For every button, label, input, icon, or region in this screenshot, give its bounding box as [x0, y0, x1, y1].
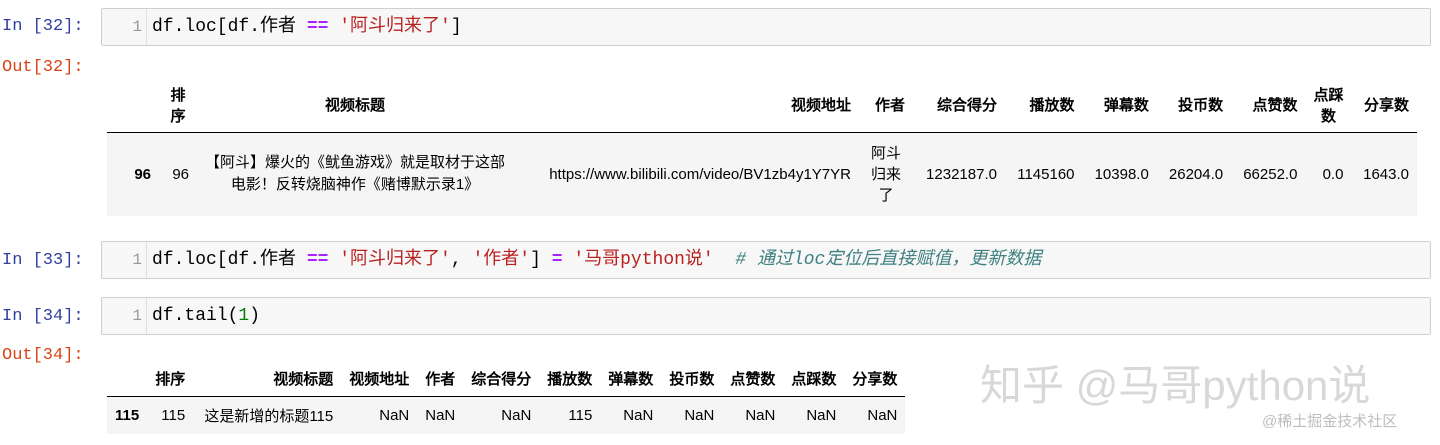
table-cell-title: 这是新增的标题115 — [204, 407, 334, 425]
column-header: 排序 — [155, 371, 186, 389]
table-cell: NaN — [684, 406, 715, 424]
gutter-divider — [146, 242, 147, 278]
input-prompt-34: In [34]: — [2, 307, 84, 326]
column-header: 点赞数 — [730, 371, 776, 389]
code-token: 1 — [238, 306, 250, 326]
input-prompt-33: In [33]: — [2, 251, 84, 270]
gutter-divider — [146, 9, 147, 45]
column-header: 排序 — [170, 86, 186, 125]
table-cell-author: 阿斗归来了 — [870, 144, 901, 204]
code-cell-34[interactable]: 1 df.tail(1) — [101, 297, 1431, 335]
table-row: 115 115 这是新增的标题115 NaN NaN NaN 115 NaN N… — [107, 396, 906, 434]
line-number: 1 — [132, 307, 142, 325]
column-header: 视频地址 — [790, 97, 851, 115]
table-cell: NaN — [425, 406, 456, 424]
code-line[interactable]: df.tail(1) — [152, 298, 260, 334]
code-token: ) — [249, 306, 261, 326]
column-header: 作者 — [874, 97, 905, 115]
table-cell: NaN — [806, 406, 837, 424]
code-token: == — [306, 17, 329, 37]
output-prompt-34: Out[34]: — [2, 346, 84, 365]
column-header: 视频标题 — [273, 371, 334, 389]
code-line[interactable]: df.loc[df.作者 == '阿斗归来了', '作者'] = '马哥pyth… — [152, 242, 1041, 278]
table-header-row: 排序 视频标题 视频地址 作者 综合得分 播放数 弹幕数 投币数 点赞数 点踩数… — [107, 362, 906, 396]
code-token: df.loc[df.作者 — [152, 250, 307, 270]
table-cell: NaN — [379, 406, 410, 424]
zhihu-watermark: 知乎 @马哥python说 — [980, 362, 1371, 409]
dataframe-output-32: 排序 视频标题 视频地址 作者 综合得分 播放数 弹幕数 投币数 点赞数 点踩数… — [107, 78, 1417, 216]
code-token: df.tail( — [152, 306, 239, 326]
code-token: == — [306, 250, 329, 270]
table-cell: 115 — [161, 406, 186, 424]
code-token: = — [551, 250, 563, 270]
column-header: 视频地址 — [349, 371, 410, 389]
table-cell: 115 — [568, 406, 593, 424]
table-cell: NaN — [501, 406, 532, 424]
dataframe-output-34: 排序 视频标题 视频地址 作者 综合得分 播放数 弹幕数 投币数 点赞数 点踩数… — [107, 362, 906, 434]
column-header: 播放数 — [547, 371, 593, 389]
column-header: 综合得分 — [471, 371, 532, 389]
column-header: 投币数 — [669, 371, 715, 389]
column-header: 分享数 — [852, 371, 898, 389]
row-index: 96 — [134, 165, 151, 183]
column-header: 投币数 — [1178, 97, 1224, 115]
column-header: 作者 — [425, 371, 456, 389]
table-cell: NaN — [745, 406, 776, 424]
input-prompt-32: In [32]: — [2, 17, 84, 36]
code-token: df.loc[df.作者 — [152, 17, 307, 37]
code-token: , — [450, 250, 473, 270]
column-header: 分享数 — [1363, 97, 1409, 115]
code-token: '阿斗归来了' — [339, 250, 451, 270]
line-number: 1 — [132, 18, 142, 36]
table-cell-url: https://www.bilibili.com/video/BV1zb4y1Y… — [549, 165, 851, 183]
table-cell: 66252.0 — [1243, 165, 1298, 183]
table-cell: 1145160 — [1017, 165, 1075, 183]
column-header: 弹幕数 — [608, 371, 654, 389]
code-token: '阿斗归来了' — [339, 17, 451, 37]
index-header — [107, 362, 147, 396]
table-cell: 96 — [172, 165, 189, 183]
table-cell: 1232187.0 — [926, 165, 997, 183]
code-token: # 通过loc定位后直接赋值，更新数据 — [735, 250, 1042, 270]
table-header-row: 排序 视频标题 视频地址 作者 综合得分 播放数 弹幕数 投币数 点赞数 点踩数… — [107, 78, 1417, 132]
code-line[interactable]: df.loc[df.作者 == '阿斗归来了'] — [152, 9, 462, 45]
table-cell: 0.0 — [1322, 165, 1344, 183]
column-header: 点踩数 — [1313, 86, 1344, 125]
code-token: ] — [450, 17, 462, 37]
column-header: 播放数 — [1029, 97, 1075, 115]
code-cell-32[interactable]: 1 df.loc[df.作者 == '阿斗归来了'] — [101, 8, 1431, 46]
code-token: ] — [530, 250, 552, 270]
table-cell-title: 【阿斗】爆火的《鱿鱼游戏》就是取材于这部电影！反转烧脑神作《赌博默示录1》 — [205, 154, 506, 194]
column-header: 点踩数 — [791, 371, 837, 389]
table-cell: 26204.0 — [1168, 165, 1224, 183]
table-cell: NaN — [867, 406, 898, 424]
row-index: 115 — [115, 406, 140, 424]
table-cell: 10398.0 — [1094, 165, 1149, 183]
code-token: '马哥python说' — [573, 250, 714, 270]
table-row: 96 96 【阿斗】爆火的《鱿鱼游戏》就是取材于这部电影！反转烧脑神作《赌博默示… — [107, 132, 1417, 216]
index-header — [107, 78, 159, 132]
table-cell: 1643.0 — [1363, 165, 1409, 183]
gutter-divider — [146, 298, 147, 334]
code-cell-33[interactable]: 1 df.loc[df.作者 == '阿斗归来了', '作者'] = '马哥py… — [101, 241, 1431, 279]
code-token: '作者' — [472, 250, 531, 270]
output-prompt-32: Out[32]: — [2, 58, 84, 77]
table-cell: NaN — [623, 406, 654, 424]
column-header: 视频标题 — [324, 97, 385, 115]
site-watermark: @稀土掘金技术社区 — [1262, 413, 1398, 430]
column-header: 综合得分 — [936, 97, 997, 115]
line-number: 1 — [132, 251, 142, 269]
column-header: 弹幕数 — [1103, 97, 1149, 115]
column-header: 点赞数 — [1252, 97, 1298, 115]
